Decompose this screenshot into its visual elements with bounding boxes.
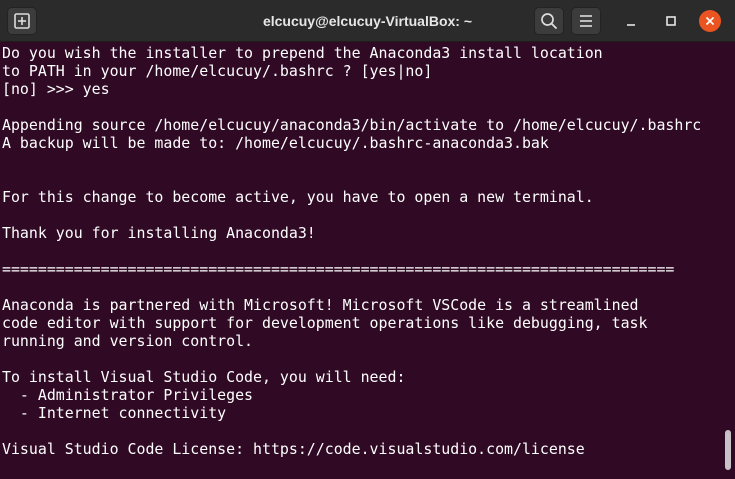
terminal-line: Do you wish the installer to prepend the… [2,44,603,62]
search-icon [541,13,557,29]
terminal-line: Thank you for installing Anaconda3! [2,224,316,242]
terminal-line: running and version control. [2,332,254,350]
minimize-icon [627,24,635,26]
terminal-line: [no] >>> yes [2,80,110,98]
terminal-line: - Administrator Privileges [2,386,254,404]
hamburger-menu-icon [580,15,592,27]
terminal-line: For this change to become active, you ha… [2,188,594,206]
maximize-button[interactable] [660,10,682,32]
close-icon [705,16,715,26]
maximize-icon [666,16,676,26]
terminal-line: - Internet connectivity [2,404,227,422]
terminal-line: Appending source /home/elcucuy/anaconda3… [2,116,702,134]
new-tab-button[interactable] [7,7,37,35]
menu-button[interactable] [571,7,601,35]
terminal-line: To install Visual Studio Code, you will … [2,368,406,386]
scrollbar-thumb[interactable] [725,430,731,470]
terminal-line: Anaconda is partnered with Microsoft! Mi… [2,296,639,314]
terminal-output[interactable]: Do you wish the installer to prepend the… [0,42,735,479]
title-bar: elcucuy@elcucuy-VirtualBox: ~ [0,0,735,42]
terminal-line: A backup will be made to: /home/elcucuy/… [2,134,549,152]
close-button[interactable] [699,10,721,32]
terminal-line: ========================================… [2,260,675,278]
terminal-line: Visual Studio Code License: https://code… [2,440,585,458]
new-tab-icon [14,13,30,29]
terminal-line: to PATH in your /home/elcucuy/.bashrc ? … [2,62,433,80]
minimize-button[interactable] [620,10,642,32]
terminal-window: elcucuy@elcucuy-VirtualBox: ~ Do you wis… [0,0,735,479]
search-button[interactable] [534,7,564,35]
terminal-line: code editor with support for development… [2,314,648,332]
